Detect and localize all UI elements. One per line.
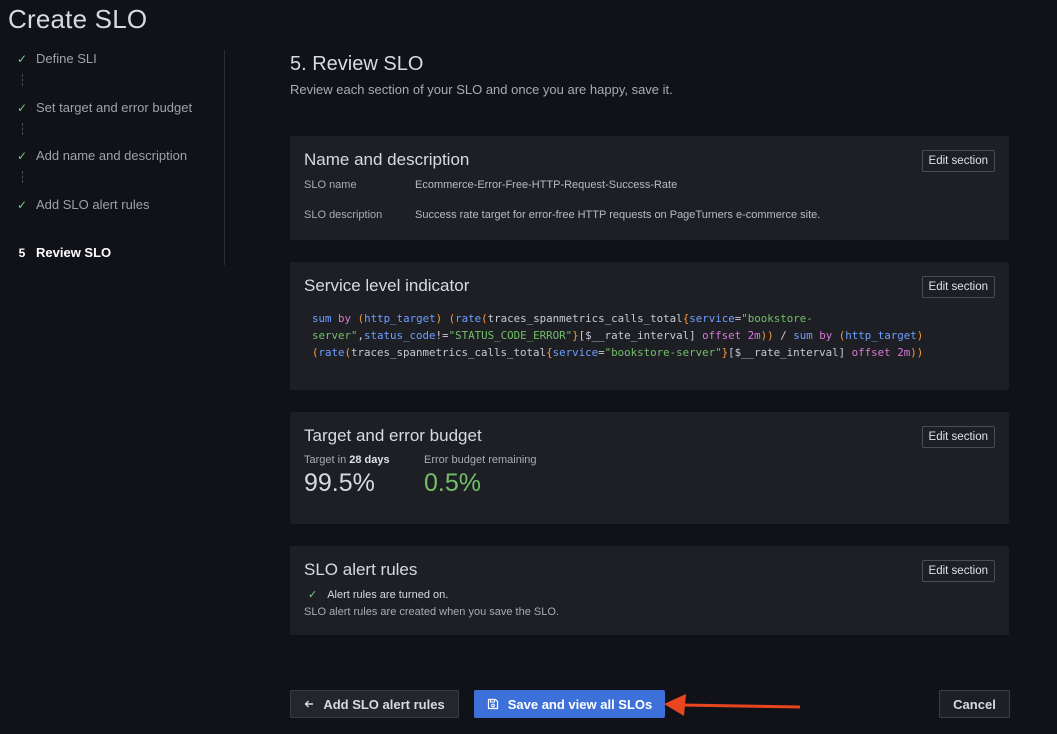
step-alert-rules[interactable]: ✓ Add SLO alert rules [14,197,149,212]
check-icon: ✓ [16,148,28,163]
back-button[interactable]: Add SLO alert rules [290,690,459,718]
slo-name-value: Ecommerce-Error-Free-HTTP-Request-Succes… [415,179,678,191]
card-title: Name and description [304,150,470,169]
alert-status-text: Alert rules are turned on. [327,588,449,601]
edit-alert-section-button[interactable]: Edit section [921,560,995,582]
step-review-slo[interactable]: 5 Review SLO [14,245,111,260]
alert-status: ✓ Alert rules are turned on. [308,588,449,602]
step-label: Add SLO alert rules [36,197,150,212]
check-icon: ✓ [16,197,28,212]
sli-query: sum by (http_target) (rate(traces_spanme… [312,312,924,359]
edit-name-section-button[interactable]: Edit section [921,150,995,172]
target-value: 99.5% [304,469,375,497]
step-label: Set target and error budget [36,100,193,115]
step-connector [22,123,23,135]
stepper-divider [224,50,225,265]
step-label: Review SLO [36,245,112,260]
name-description-card: Name and description Edit section SLO na… [290,136,1009,240]
sli-card: Service level indicator Edit section sum… [290,262,1009,390]
target-days: 28 days [349,454,390,466]
cancel-button[interactable]: Cancel [939,690,1010,718]
edit-sli-section-button[interactable]: Edit section [921,276,995,298]
card-title: Service level indicator [304,276,470,295]
back-button-label: Add SLO alert rules [323,696,445,712]
step-connector [22,74,23,86]
step-connector [22,171,23,183]
annotation-arrow-icon [664,694,801,716]
check-icon: ✓ [16,51,28,66]
step-label: Add name and description [36,148,188,163]
slo-description-label: SLO description [304,209,383,221]
target-card: Target and error budget Edit section Tar… [290,412,1009,524]
edit-target-section-button[interactable]: Edit section [921,426,995,448]
arrow-left-icon [304,699,314,709]
save-icon [487,698,499,710]
error-budget-label: Error budget remaining [424,454,537,466]
target-label: Target in 28 days [304,454,390,466]
step-add-name[interactable]: ✓ Add name and description [14,148,187,163]
error-budget-value: 0.5% [424,469,481,497]
check-icon: ✓ [16,100,28,115]
save-button-label: Save and view all SLOs [507,696,653,712]
page-title: Create SLO [8,4,148,34]
card-title: Target and error budget [304,426,482,445]
save-button[interactable]: Save and view all SLOs [474,690,665,718]
step-number: 5 [18,245,26,260]
card-title: SLO alert rules [304,560,418,579]
step-set-target[interactable]: ✓ Set target and error budget [14,100,192,115]
slo-name-label: SLO name [304,179,357,191]
slo-description-value: Success rate target for error-free HTTP … [415,209,821,221]
step-label: Define SLI [36,51,97,66]
alert-note: SLO alert rules are created when you sav… [304,606,559,618]
section-heading: 5. Review SLO [290,53,424,75]
alert-rules-card: SLO alert rules Edit section ✓ Alert rul… [290,546,1009,635]
create-slo-page: Create SLO ✓ Define SLI ✓ Set target and… [0,0,1057,734]
check-icon: ✓ [308,589,318,601]
step-define-sli[interactable]: ✓ Define SLI [14,51,97,66]
section-subheading: Review each section of your SLO and once… [290,82,673,97]
